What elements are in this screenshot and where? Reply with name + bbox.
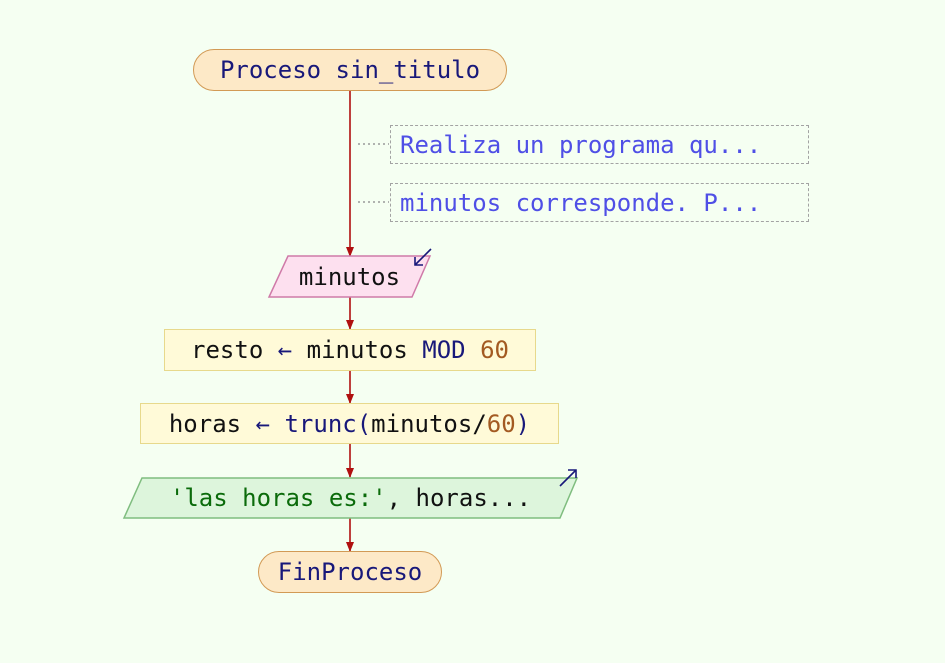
assign1-var: resto (191, 336, 264, 364)
output-node[interactable]: 'las horas es:', horas... (124, 478, 577, 518)
assign2-num: 60 (486, 409, 516, 438)
assign1-num: 60 (480, 336, 509, 364)
assign1-op: MOD (422, 336, 466, 364)
output-string: 'las horas es:' (169, 484, 387, 512)
comment-text-1: Realiza un programa qu... (400, 130, 762, 159)
assign1-expr: minutos (306, 336, 408, 364)
start-node[interactable]: Proceso sin_titulo (193, 49, 507, 91)
start-label: Proceso sin_titulo (219, 56, 481, 84)
assign-horas-node[interactable]: horas ← trunc(minutos/60) (140, 403, 559, 444)
output-rest: , horas... (386, 484, 532, 512)
end-label: FinProceso (277, 558, 423, 586)
assign1-arrow: ← (277, 336, 293, 364)
assign2-var: horas (168, 409, 242, 438)
input-label: minutos (298, 262, 401, 291)
assign2-close: ) (515, 409, 531, 438)
input-node[interactable]: minutos (269, 256, 430, 297)
comment-box-2[interactable]: minutos corresponde. P... (390, 183, 809, 222)
end-node[interactable]: FinProceso (258, 551, 442, 593)
comment-text-2: minutos corresponde. P... (400, 188, 762, 217)
assign2-func: trunc (284, 409, 357, 438)
assign2-arg: minutos/ (371, 409, 487, 438)
comment-box-1[interactable]: Realiza un programa qu... (390, 125, 809, 164)
flowchart-canvas: Proceso sin_titulo Realiza un programa q… (0, 0, 945, 663)
assign-resto-node[interactable]: resto ← minutos MOD 60 (164, 329, 536, 371)
assign2-open: ( (356, 409, 372, 438)
assign2-arrow: ← (255, 409, 271, 438)
